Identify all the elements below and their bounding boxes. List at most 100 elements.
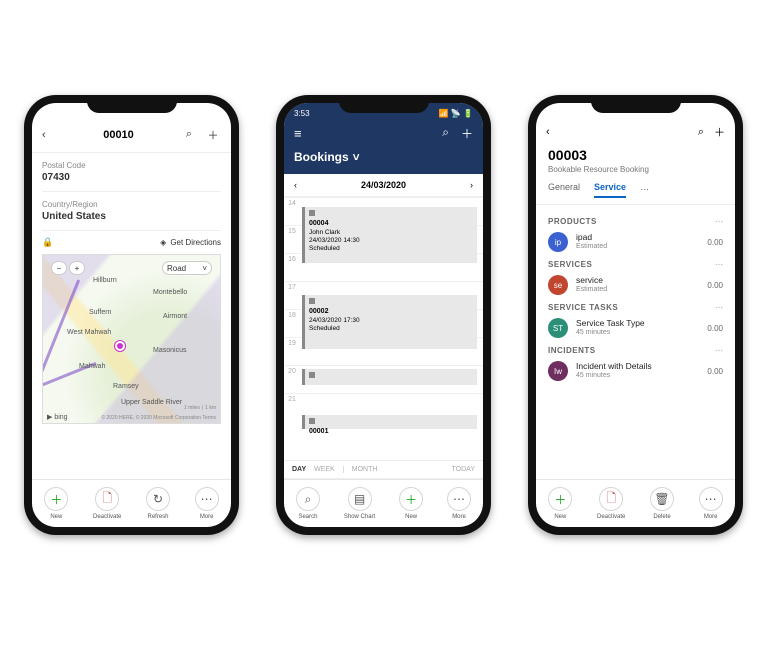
postal-value[interactable]: 07430 [42, 172, 221, 183]
new-button-label: New [50, 514, 62, 520]
zoom-out-button[interactable]: − [51, 261, 67, 275]
page-title[interactable]: Bookings [294, 150, 349, 164]
map-town-label: West Mahwah [67, 329, 111, 336]
add-icon[interactable]: ＋ [205, 127, 221, 143]
menu-icon[interactable]: ≡ [294, 126, 302, 141]
deactivate-button[interactable]: 🗋Deactivate [93, 487, 121, 520]
map-pin-icon [115, 341, 125, 351]
back-icon[interactable]: ‹ [42, 129, 56, 141]
map-layer-label: Road [167, 264, 186, 273]
add-icon[interactable]: ＋ [461, 125, 473, 142]
calendar-appointment[interactable]: 0000224/03/2020 17:30Scheduled [302, 295, 477, 349]
back-icon[interactable]: ‹ [546, 126, 560, 138]
hour-label: 21 [284, 394, 300, 421]
item-sub: 45 minutes [576, 372, 699, 381]
tab-more[interactable]: … [640, 182, 649, 198]
hour-label: 15 [284, 226, 300, 253]
tab-day[interactable]: DAY [292, 466, 306, 473]
calendar-appointment[interactable]: 00001 [302, 415, 477, 429]
today-button[interactable]: TODAY [452, 466, 475, 473]
item-sub: 45 minutes [576, 329, 699, 338]
map-town-label: Hillburn [93, 277, 117, 284]
showchart-button-label: Show Chart [344, 514, 375, 520]
avatar: ST [548, 318, 568, 338]
map-layer-select[interactable]: Road ˅ [162, 261, 212, 275]
list-item[interactable]: ip ipadEstimated 0.00 [548, 232, 723, 252]
showchart-button[interactable]: ▤Show Chart [344, 487, 375, 520]
section-more-icon[interactable]: ⋯ [715, 217, 723, 226]
more-button[interactable]: ⋯More [195, 487, 219, 520]
item-sub: Estimated [576, 286, 699, 295]
map-legal: © 2020 HERE, © 2020 Microsoft Corporatio… [101, 415, 216, 421]
new-button[interactable]: ＋New [44, 487, 68, 520]
search-icon[interactable]: ⌕ [181, 128, 197, 141]
list-item[interactable]: ST Service Task Type45 minutes 0.00 [548, 318, 723, 338]
chevron-down-icon[interactable]: ˅ [353, 150, 360, 164]
section-more-icon[interactable]: ⋯ [715, 303, 723, 312]
lock-icon: 🔒 [42, 237, 53, 248]
avatar: Iw [548, 361, 568, 381]
calendar-appointment[interactable] [302, 369, 477, 385]
calendar-appointment[interactable]: 00004John Clark24/03/2020 14:30Scheduled [302, 207, 477, 263]
item-title: Incident with Details [576, 361, 699, 372]
more-button[interactable]: ⋯More [447, 487, 471, 520]
map-town-label: Upper Saddle River [121, 399, 182, 406]
search-icon[interactable]: ⌕ [698, 126, 704, 139]
list-item[interactable]: se serviceEstimated 0.00 [548, 275, 723, 295]
search-button[interactable]: ⌕Search [296, 487, 320, 520]
more-button[interactable]: ⋯More [699, 487, 723, 520]
search-icon[interactable]: ⌕ [442, 125, 449, 142]
compass-icon: ◈ [160, 238, 166, 247]
add-icon[interactable]: ＋ [714, 124, 725, 140]
current-date[interactable]: 24/03/2020 [361, 180, 406, 190]
calendar-grid[interactable]: 1415161718192021 00004John Clark24/03/20… [284, 197, 483, 460]
item-amount: 0.00 [707, 238, 723, 247]
map-town-label: Masonicus [153, 347, 186, 354]
section-more-icon[interactable]: ⋯ [715, 346, 723, 355]
map-scale: 1 miles|1 km [184, 405, 216, 411]
refresh-button-label: Refresh [147, 514, 168, 520]
country-label: Country/Region [42, 200, 221, 209]
more-button-label: More [704, 514, 718, 520]
deactivate-button-label: Deactivate [93, 514, 121, 520]
page-title: 00010 [56, 129, 181, 141]
tab-month[interactable]: MONTH [343, 466, 378, 473]
more-button-label: More [452, 514, 466, 520]
map-town-label: Ramsey [113, 383, 139, 390]
delete-button-label: Delete [653, 514, 670, 520]
map-town-label: Mahwah [79, 363, 105, 370]
new-button-label: New [554, 514, 566, 520]
postal-label: Postal Code [42, 161, 221, 170]
hour-label: 19 [284, 338, 300, 365]
deactivate-button-label: Deactivate [597, 514, 625, 520]
tab-general[interactable]: General [548, 182, 580, 198]
item-title: ipad [576, 232, 699, 243]
tab-service[interactable]: Service [594, 182, 626, 198]
section-services: SERVICES [548, 260, 592, 269]
tab-week[interactable]: WEEK [314, 466, 335, 473]
map-town-label: Suffern [89, 309, 111, 316]
deactivate-button[interactable]: 🗋Deactivate [597, 487, 625, 520]
refresh-button[interactable]: ↻Refresh [146, 487, 170, 520]
prev-day-button[interactable]: ‹ [294, 180, 297, 190]
section-products: PRODUCTS [548, 217, 597, 226]
country-value[interactable]: United States [42, 211, 221, 222]
avatar: se [548, 275, 568, 295]
map-town-label: Airmont [163, 313, 187, 320]
hour-label: 14 [284, 198, 300, 225]
status-icons: 📶 📡 🔋 [439, 109, 473, 121]
get-directions-link[interactable]: Get Directions [170, 238, 221, 247]
list-item[interactable]: Iw Incident with Details45 minutes 0.00 [548, 361, 723, 381]
new-button[interactable]: ＋New [399, 487, 423, 520]
item-amount: 0.00 [707, 367, 723, 376]
delete-button[interactable]: 🗑Delete [650, 487, 674, 520]
zoom-in-button[interactable]: + [69, 261, 85, 275]
item-title: Service Task Type [576, 318, 699, 329]
next-day-button[interactable]: › [470, 180, 473, 190]
map-view[interactable]: − + Road ˅ Hillburn Montebello Suffern A… [42, 254, 221, 424]
more-button-label: More [200, 514, 214, 520]
hour-label: 17 [284, 282, 300, 309]
new-button[interactable]: ＋New [548, 487, 572, 520]
section-incidents: INCIDENTS [548, 346, 596, 355]
section-more-icon[interactable]: ⋯ [715, 260, 723, 269]
